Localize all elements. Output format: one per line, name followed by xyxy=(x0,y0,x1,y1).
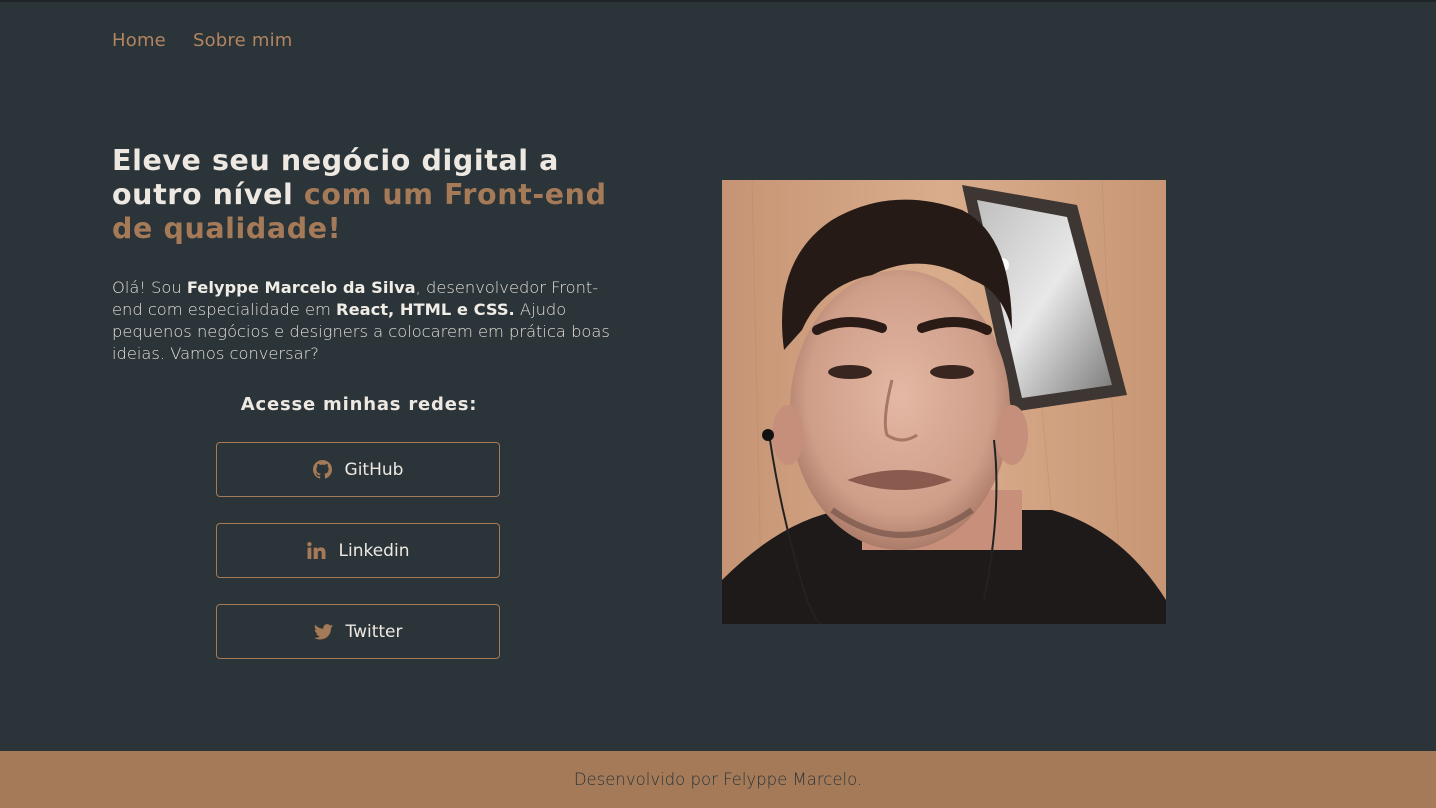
top-border xyxy=(0,0,1436,2)
footer-text: Desenvolvido por Felyppe Marcelo. xyxy=(573,770,863,789)
nav-about-link[interactable]: Sobre mim xyxy=(193,30,293,51)
intro-name: Felyppe Marcelo da Silva xyxy=(186,278,416,297)
linkedin-label: Linkedin xyxy=(338,540,410,561)
twitter-label: Twitter xyxy=(345,621,403,642)
twitter-button[interactable]: Twitter xyxy=(216,604,500,659)
github-icon xyxy=(313,460,333,480)
github-button[interactable]: GitHub xyxy=(216,442,500,497)
nav-home-link[interactable]: Home xyxy=(112,30,166,51)
github-label: GitHub xyxy=(344,459,404,480)
social-title: Acesse minhas redes: xyxy=(240,394,478,415)
intro-text-1: Olá! Sou xyxy=(112,278,187,297)
profile-photo xyxy=(722,180,1166,624)
footer: Desenvolvido por Felyppe Marcelo. xyxy=(0,751,1436,808)
intro-skills: React, HTML e CSS. xyxy=(336,300,515,319)
main-nav: Home Sobre mim xyxy=(112,30,293,51)
twitter-icon xyxy=(314,622,334,642)
linkedin-icon xyxy=(307,541,327,561)
hero-title: Eleve seu negócio digital a outro nível … xyxy=(112,144,612,246)
hero-intro: Olá! Sou Felyppe Marcelo da Silva, desen… xyxy=(112,277,612,365)
linkedin-button[interactable]: Linkedin xyxy=(216,523,500,578)
